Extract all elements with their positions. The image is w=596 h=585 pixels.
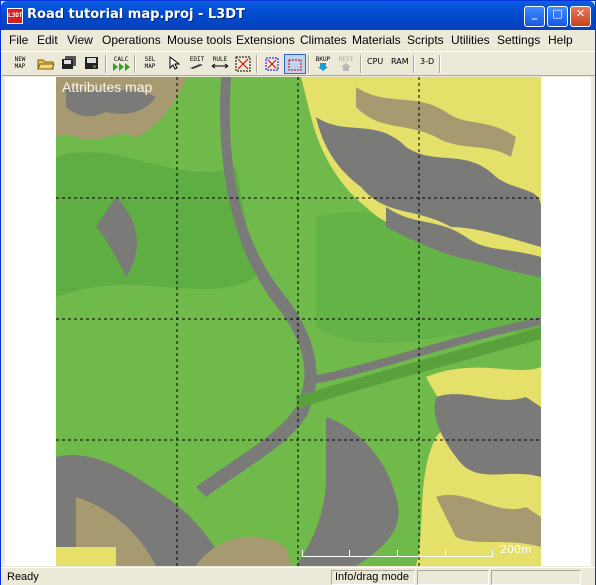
menu-scripts[interactable]: Scripts [407, 33, 444, 47]
zoom-fit-button[interactable] [261, 54, 283, 74]
toolbar-separator [308, 55, 310, 73]
3d-view-button[interactable]: 3-D [420, 57, 434, 66]
menu-extensions[interactable]: Extensions [236, 33, 295, 47]
attributes-map[interactable]: Attributes map 200m [56, 77, 541, 566]
arrow-down-icon [318, 63, 328, 71]
restore-button[interactable]: REST [335, 54, 357, 74]
save-icon [85, 57, 98, 69]
menu-view[interactable]: View [67, 33, 93, 47]
bkup-label: BKUP [315, 56, 331, 63]
maximize-icon: □ [552, 7, 563, 20]
select-region-icon [288, 59, 302, 71]
map-view-area[interactable]: Attributes map 200m [5, 77, 591, 566]
toolbar-separator [439, 55, 441, 73]
rule-label: RULE [212, 56, 228, 63]
ruler-icon [211, 63, 229, 69]
status-panel-empty [491, 570, 581, 585]
save-button[interactable] [81, 54, 103, 74]
menu-file[interactable]: File [9, 33, 28, 47]
scale-bar [302, 549, 493, 557]
toolbar: NEW MAP CALC SEL MAP EDIT RULE BKUP REST… [1, 51, 595, 76]
cursor-arrow-icon [169, 55, 181, 70]
select-region-button[interactable] [284, 54, 306, 74]
main-window: L3DT Road tutorial map.proj - L3DT _ □ ✕… [0, 0, 596, 585]
toolbar-separator [105, 55, 107, 73]
play-forward-icon [113, 63, 130, 71]
menu-mouse-tools[interactable]: Mouse tools [167, 33, 232, 47]
menu-utilities[interactable]: Utilities [451, 33, 490, 47]
rest-label: REST [338, 56, 354, 63]
close-icon: ✕ [575, 7, 586, 20]
toolbar-separator [413, 55, 415, 73]
map-title: Attributes map [62, 79, 153, 95]
zoom-extent-icon [265, 57, 279, 71]
grid-select-icon [235, 56, 251, 72]
menu-climates[interactable]: Climates [300, 33, 347, 47]
maximize-button[interactable]: □ [547, 6, 568, 27]
toolbar-separator [256, 55, 258, 73]
heightfield-tool-button[interactable] [232, 54, 254, 74]
calc-label: CALC [113, 56, 129, 63]
sel-map-button[interactable]: SEL MAP [139, 54, 161, 74]
menu-help[interactable]: Help [548, 33, 573, 47]
menu-edit[interactable]: Edit [37, 33, 58, 47]
ram-button[interactable]: RAM [391, 57, 409, 66]
status-text: Ready [7, 571, 39, 583]
edit-label: EDIT [189, 56, 205, 63]
status-panel-empty [417, 570, 489, 585]
title-bar[interactable]: L3DT Road tutorial map.proj - L3DT _ □ ✕ [1, 1, 595, 30]
terrain-image [56, 77, 541, 566]
menu-operations[interactable]: Operations [102, 33, 161, 47]
rule-tool-button[interactable]: RULE [209, 54, 231, 74]
minimize-icon: _ [531, 7, 538, 20]
folder-open-icon [37, 59, 55, 70]
save-all-button[interactable] [58, 54, 80, 74]
window-title: Road tutorial map.proj - L3DT [27, 7, 245, 22]
menu-settings[interactable]: Settings [497, 33, 540, 47]
status-mode: Info/drag mode [331, 570, 415, 585]
app-icon[interactable]: L3DT [7, 8, 23, 24]
close-button[interactable]: ✕ [570, 6, 591, 27]
toolbar-separator [134, 55, 136, 73]
pointer-tool-button[interactable] [163, 54, 185, 74]
scale-label: 200m [500, 543, 532, 556]
toolbar-separator [360, 55, 362, 73]
calc-button[interactable]: CALC [110, 54, 132, 74]
edit-pencil-icon [190, 64, 203, 69]
menu-bar: File Edit View Operations Mouse tools Ex… [1, 30, 595, 50]
status-bar: Ready Info/drag mode [1, 567, 595, 585]
new-map-button[interactable]: NEW MAP [9, 54, 31, 74]
open-button[interactable] [35, 54, 57, 74]
cpu-button[interactable]: CPU [367, 57, 383, 66]
edit-tool-button[interactable]: EDIT [186, 54, 208, 74]
minimize-button[interactable]: _ [524, 6, 545, 27]
backup-button[interactable]: BKUP [312, 54, 334, 74]
menu-materials[interactable]: Materials [352, 33, 401, 47]
arrow-up-icon [341, 63, 351, 71]
multi-save-icon [62, 56, 76, 69]
